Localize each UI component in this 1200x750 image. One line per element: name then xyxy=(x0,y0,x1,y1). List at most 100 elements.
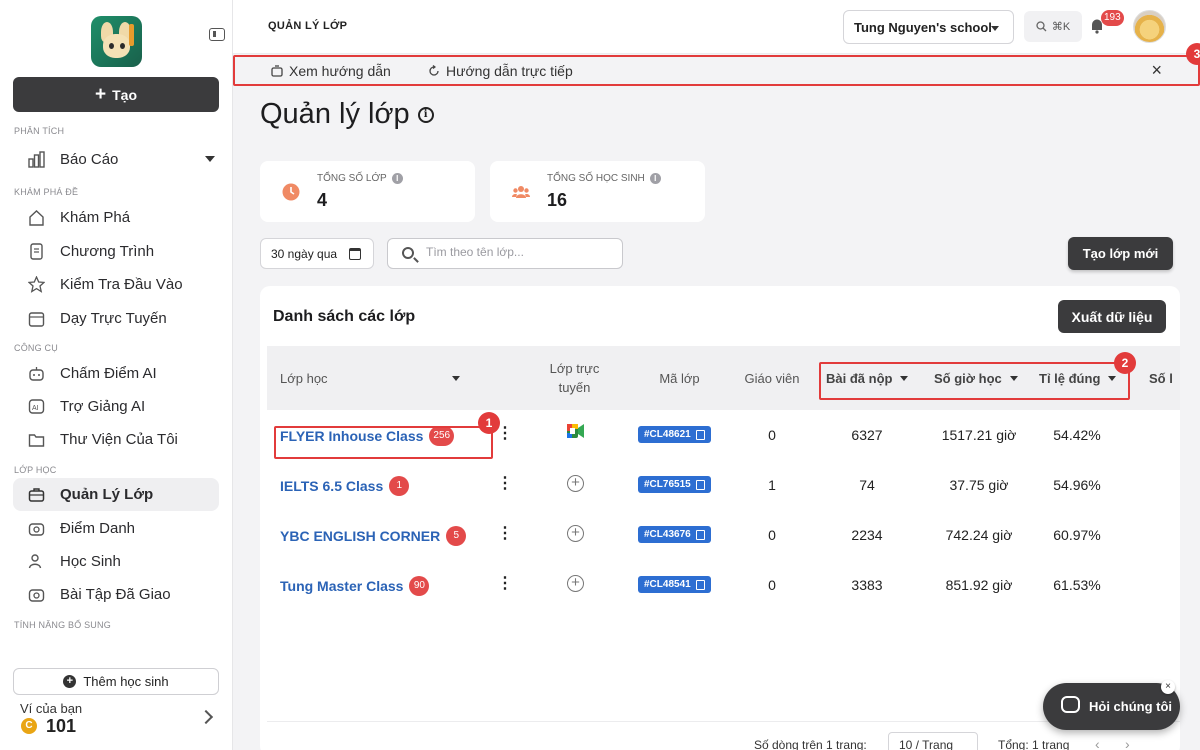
class-badge: 5 xyxy=(446,526,467,546)
school-selector-value: Tung Nguyen's school xyxy=(854,19,992,35)
camera-icon xyxy=(28,589,45,602)
sidebar-item-label: Chương Trình xyxy=(60,243,155,260)
robot-icon xyxy=(29,367,44,381)
create-button[interactable]: + Tạo xyxy=(13,77,219,112)
sidebar-item-ai-grading[interactable]: Chấm Điểm AI xyxy=(13,357,219,390)
sidebar-item-explore[interactable]: Khám Phá xyxy=(13,201,219,234)
study-hours: 742.24 giờ xyxy=(945,527,1013,543)
more-options-icon[interactable]: ⋮ xyxy=(497,426,513,442)
column-header-online: Lớp trực tuyến xyxy=(537,346,612,410)
column-header-code: Mã lớp xyxy=(642,346,717,410)
info-icon[interactable]: i xyxy=(417,106,434,123)
more-options-icon[interactable]: ⋮ xyxy=(497,476,513,492)
search-input[interactable] xyxy=(426,245,616,259)
accuracy-rate: 54.96% xyxy=(1053,477,1101,493)
sidebar-collapse-icon[interactable] xyxy=(209,28,225,41)
live-guide-label: Hướng dẫn trực tiếp xyxy=(446,63,573,79)
more-options-icon[interactable]: ⋮ xyxy=(497,526,513,542)
column-header-label: Mã lớp xyxy=(659,370,700,386)
add-online-class-icon[interactable]: + xyxy=(567,475,584,492)
chevron-left-icon[interactable]: ‹ xyxy=(1095,736,1100,750)
date-range-picker[interactable]: 30 ngày qua xyxy=(260,238,374,269)
app-logo[interactable] xyxy=(91,16,142,67)
create-class-button[interactable]: Tạo lớp mới xyxy=(1068,237,1173,270)
avatar[interactable] xyxy=(1133,10,1166,43)
add-online-class-icon[interactable]: + xyxy=(567,575,584,592)
video-icon xyxy=(271,65,283,77)
bar-chart-icon xyxy=(28,151,45,168)
sidebar-item-ai-assistant[interactable]: AI Trợ Giảng AI xyxy=(13,390,219,423)
class-code-chip[interactable]: #CL43676 xyxy=(638,526,711,543)
class-code-chip[interactable]: #CL48541 xyxy=(638,576,711,593)
class-search xyxy=(387,238,623,269)
class-name-link[interactable]: Tung Master Class 90 xyxy=(280,576,430,596)
breadcrumb: QUẢN LÝ LỚP xyxy=(268,20,348,32)
study-hours: 1517.21 giờ xyxy=(941,427,1017,443)
sidebar-item-label: Quản Lý Lớp xyxy=(60,486,154,503)
class-badge: 1 xyxy=(389,476,410,496)
sidebar-item-label: Báo Cáo xyxy=(60,151,119,168)
sidebar-item-program[interactable]: Chương Trình xyxy=(13,235,219,268)
watch-guide-link[interactable]: Xem hướng dẫn xyxy=(271,63,391,79)
class-name: YBC ENGLISH CORNER xyxy=(280,528,441,544)
class-code-chip[interactable]: #CL76515 xyxy=(638,476,711,493)
annotation-marker-1: 1 xyxy=(478,412,500,434)
highlight-box-columns xyxy=(819,362,1130,400)
ask-us-chat-button[interactable]: Hỏi chúng tôi xyxy=(1043,683,1180,730)
column-header-label: Lớp trực tuyến xyxy=(549,361,600,395)
table-row: Tung Master Class 90 ⋮ + #CL48541 0 3383 … xyxy=(267,560,1180,610)
create-button-label: Tạo xyxy=(112,86,137,103)
chevron-right-icon[interactable]: › xyxy=(1125,736,1130,750)
sidebar-item-class-management[interactable]: Quản Lý Lớp xyxy=(13,478,219,511)
sidebar-item-reports[interactable]: Báo Cáo xyxy=(13,143,219,176)
add-student-label: Thêm học sinh xyxy=(83,674,169,689)
column-header-class[interactable]: Lớp học xyxy=(280,346,460,410)
plus-circle-icon: + xyxy=(63,675,77,688)
search-icon xyxy=(1036,21,1047,32)
export-button[interactable]: Xuất dữ liệu xyxy=(1058,300,1166,333)
class-code-chip[interactable]: #CL48621 xyxy=(638,426,711,443)
command-search-button[interactable]: ⌘K xyxy=(1024,11,1082,42)
plus-icon: + xyxy=(95,84,107,105)
calendar-icon xyxy=(28,312,45,327)
chevron-right-icon[interactable] xyxy=(198,709,214,725)
google-meet-icon[interactable] xyxy=(567,424,584,438)
submitted-count: 74 xyxy=(859,477,875,493)
teacher-count: 0 xyxy=(768,427,776,443)
class-name: Tung Master Class xyxy=(280,578,404,594)
sidebar-item-label: Chấm Điểm AI xyxy=(60,365,157,382)
highlight-box-class-name xyxy=(274,426,493,459)
sidebar-item-my-library[interactable]: Thư Viện Của Tôi xyxy=(13,423,219,456)
class-name-link[interactable]: YBC ENGLISH CORNER 5 xyxy=(280,526,467,546)
sidebar-item-label: Bài Tập Đã Giao xyxy=(60,586,171,603)
chat-label: Hỏi chúng tôi xyxy=(1089,699,1173,714)
column-header-label: Lớp học xyxy=(280,370,328,386)
stat-card-total-students: TỔNG SỐ HỌC SINH i 16 xyxy=(490,161,705,222)
column-header-more[interactable]: Số l xyxy=(1149,346,1180,410)
chat-bubble-icon xyxy=(1061,696,1080,713)
sidebar-item-online-teaching[interactable]: Dạy Trực Tuyến xyxy=(13,302,219,335)
sidebar-item-students[interactable]: Học Sinh xyxy=(13,545,219,578)
sidebar-item-entry-test[interactable]: Kiểm Tra Đầu Vào xyxy=(13,268,219,301)
class-list-panel: Danh sách các lớp Xuất dữ liệu Lớp học L… xyxy=(260,286,1180,750)
live-guide-link[interactable]: Hướng dẫn trực tiếp xyxy=(428,63,573,79)
close-icon[interactable]: × xyxy=(1161,680,1175,694)
stat-label-text: TỔNG SỐ HỌC SINH xyxy=(547,173,645,184)
stat-value: 4 xyxy=(317,190,328,210)
class-name-link[interactable]: IELTS 6.5 Class 1 xyxy=(280,476,410,496)
school-selector[interactable]: Tung Nguyen's school xyxy=(843,10,1014,44)
more-options-icon[interactable]: ⋮ xyxy=(497,576,513,592)
ai-icon: AI xyxy=(28,399,45,414)
info-icon[interactable]: i xyxy=(391,173,403,184)
sidebar-item-assigned-homework[interactable]: Bài Tập Đã Giao xyxy=(13,578,219,611)
add-online-class-icon[interactable]: + xyxy=(567,525,584,542)
sidebar: + Tạo PHÂN TÍCH Báo Cáo KHÁM PHÁ ĐỀ Khám… xyxy=(0,0,233,750)
rows-per-page-select[interactable]: 10 / Trang xyxy=(888,732,978,750)
info-icon[interactable]: i xyxy=(649,173,661,184)
close-icon[interactable]: × xyxy=(1151,60,1162,81)
page-title: Quản lý lớp i xyxy=(260,98,434,131)
add-student-button[interactable]: + Thêm học sinh xyxy=(13,668,219,695)
sidebar-item-attendance[interactable]: Điểm Danh xyxy=(13,512,219,545)
section-label-classes: LỚP HỌC xyxy=(14,465,57,475)
refresh-icon xyxy=(429,65,439,76)
